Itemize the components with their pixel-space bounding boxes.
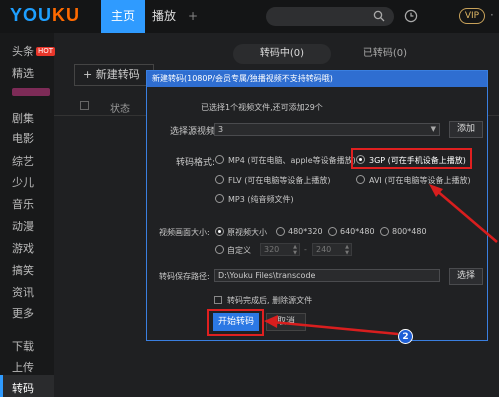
tab-transcoded[interactable]: 已转码(0): [336, 44, 434, 64]
delete-source-label: 转码完成后, 删除源文件: [227, 296, 313, 305]
custom-height-stepper[interactable]: 240 ▲ ▼: [312, 243, 352, 256]
size-640x480-label: 640*480: [340, 227, 375, 236]
dialog-title: 新建转码(1080P/会员专属/独播视频不支持转码哦): [147, 71, 487, 87]
more-menu-icon[interactable]: ·: [490, 8, 494, 22]
dropdown-arrow-icon: ▼: [430, 125, 436, 133]
top-bar: YOUKU 主页 播放 + VIP ·: [0, 0, 499, 33]
radio-size-original[interactable]: [215, 227, 224, 236]
new-transcode-button[interactable]: + 新建转码: [74, 64, 154, 86]
format-flv-label: FLV (可在电脑等设备上播放): [228, 176, 331, 185]
format-label: 转码格式:: [176, 158, 216, 168]
size-480x320-label: 480*320: [288, 227, 323, 236]
column-status: 状态: [110, 104, 130, 115]
radio-mp3[interactable]: [215, 194, 224, 203]
video-size-label: 视频画面大小:: [159, 228, 210, 237]
sidebar-item-featured[interactable]: 精选: [12, 65, 34, 81]
size-800x480-label: 800*480: [392, 227, 427, 236]
hot-badge: HOT: [36, 47, 56, 56]
size-separator: -: [304, 245, 307, 254]
sidebar-item-kids[interactable]: 少儿: [12, 174, 34, 190]
history-icon[interactable]: [404, 9, 418, 23]
save-path-label: 转码保存路径:: [159, 272, 210, 281]
sidebar-item-headlines[interactable]: 头条 HOT: [12, 43, 56, 59]
tab-transcoding[interactable]: 转码中(0): [233, 44, 331, 64]
sidebar-item-transcode[interactable]: 转码: [12, 380, 34, 396]
sidebar-item-music[interactable]: 音乐: [12, 196, 34, 212]
search-icon[interactable]: [373, 10, 385, 22]
format-avi-label: AVI (可在电脑等设备上播放): [369, 176, 471, 185]
sidebar-item-more[interactable]: 更多: [12, 305, 34, 321]
sidebar-item-variety[interactable]: 综艺: [12, 153, 34, 169]
selected-file-info: 已选择1个视频文件,还可添加29个: [201, 103, 323, 112]
plus-icon: +: [83, 68, 96, 81]
cancel-button[interactable]: 取消: [266, 313, 306, 331]
browse-path-button[interactable]: 选择: [449, 268, 483, 285]
radio-size-640x480[interactable]: [328, 227, 337, 236]
highlight-start-button: [207, 309, 264, 336]
size-custom-label: 自定义: [227, 246, 251, 255]
tab-home[interactable]: 主页: [101, 0, 145, 33]
sidebar-item-anime[interactable]: 动漫: [12, 218, 34, 234]
save-path-input[interactable]: D:\Youku Files\transcode: [214, 269, 440, 282]
tab-play[interactable]: 播放: [152, 0, 176, 33]
youku-logo[interactable]: YOUKU: [10, 5, 80, 26]
radio-flv[interactable]: [215, 175, 224, 184]
sidebar-item-series[interactable]: 剧集: [12, 110, 34, 126]
delete-source-checkbox[interactable]: [214, 296, 222, 304]
sidebar-item-movies[interactable]: 电影: [12, 130, 34, 146]
format-mp3-label: MP3 (纯音频文件): [228, 195, 294, 204]
sidebar-item-games[interactable]: 游戏: [12, 240, 34, 256]
sidebar-item-blurred[interactable]: [12, 88, 50, 96]
format-mp4-label: MP4 (可在电脑、apple等设备播放): [228, 156, 356, 165]
sidebar-item-news[interactable]: 资讯: [12, 284, 34, 300]
radio-size-custom[interactable]: [215, 245, 224, 254]
select-all-checkbox[interactable]: [80, 101, 89, 110]
radio-avi[interactable]: [356, 175, 365, 184]
custom-width-stepper[interactable]: 320 ▲ ▼: [260, 243, 300, 256]
highlight-3gp: [351, 148, 472, 169]
source-video-select[interactable]: 3 ▼: [214, 123, 440, 136]
radio-mp4[interactable]: [215, 155, 224, 164]
add-tab-button[interactable]: +: [188, 0, 198, 33]
vip-badge[interactable]: VIP: [459, 8, 485, 24]
size-original-label: 原视频大小: [227, 228, 267, 237]
sidebar-item-download[interactable]: 下载: [12, 338, 34, 354]
sidebar-item-upload[interactable]: 上传: [12, 359, 34, 375]
radio-size-480x320[interactable]: [276, 227, 285, 236]
radio-size-800x480[interactable]: [380, 227, 389, 236]
sidebar-item-funny[interactable]: 搞笑: [12, 262, 34, 278]
add-file-button[interactable]: 添加: [449, 121, 483, 138]
step-number-badge: 2: [398, 329, 413, 344]
source-video-label: 选择源视频:: [170, 127, 219, 137]
